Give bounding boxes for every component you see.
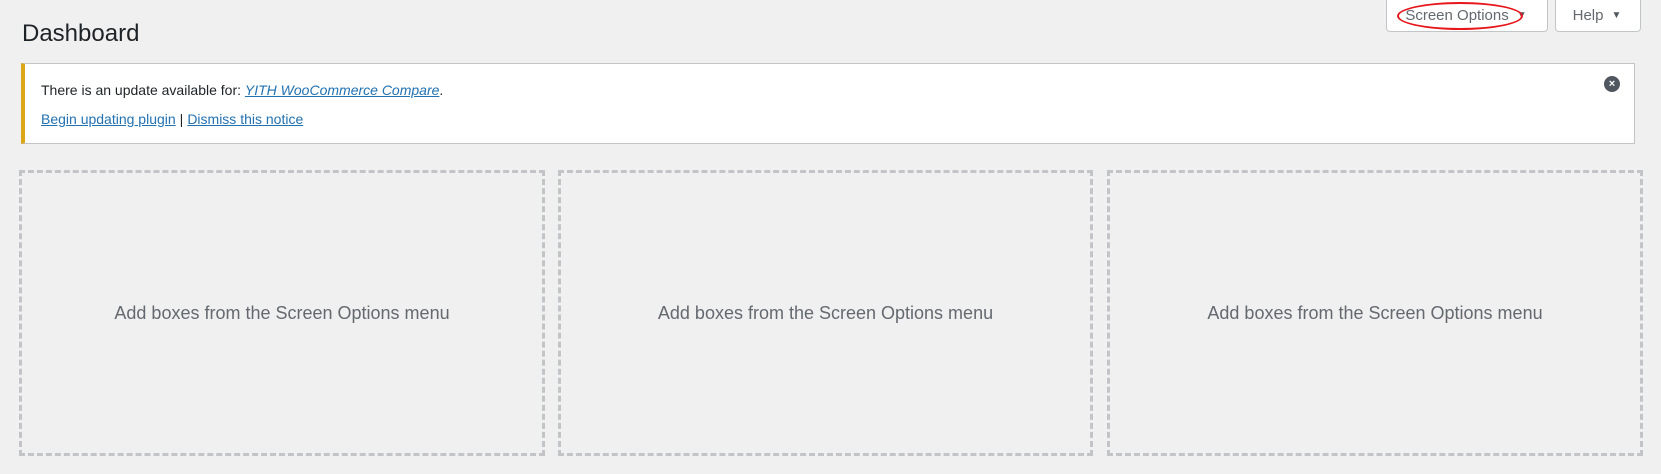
begin-update-link[interactable]: Begin updating plugin <box>41 111 176 127</box>
notice-suffix: . <box>439 82 444 98</box>
empty-dropzone[interactable]: Add boxes from the Screen Options menu <box>19 170 545 456</box>
caret-down-icon: ▼ <box>1516 10 1527 21</box>
close-circle-icon[interactable]: × <box>1604 76 1620 92</box>
help-label: Help <box>1572 7 1604 24</box>
dropzone-text: Add boxes from the Screen Options menu <box>657 302 994 323</box>
help-button[interactable]: Help ▼ <box>1555 0 1641 32</box>
notice-actions: Begin updating plugin | Dismiss this notic… <box>41 110 1594 130</box>
notice-message: There is an update available for: YITH W… <box>41 81 1594 101</box>
empty-dropzone[interactable]: Add boxes from the Screen Options menu <box>558 170 1093 456</box>
screen-options-button[interactable]: Screen Options ▼ <box>1386 0 1548 32</box>
plugin-link[interactable]: YITH WooCommerce Compare <box>245 82 440 98</box>
empty-dropzone[interactable]: Add boxes from the Screen Options menu <box>1107 170 1643 456</box>
page-title: Dashboard <box>22 20 140 47</box>
dropzone-text: Add boxes from the Screen Options menu <box>1207 302 1543 323</box>
update-notice: There is an update available for: YITH W… <box>21 63 1635 144</box>
dismiss-notice-link[interactable]: Dismiss this notice <box>187 111 303 127</box>
dashboard-page: Screen Options ▼ Help ▼ Dashboard There … <box>0 0 1661 474</box>
caret-down-icon: ▼ <box>1611 10 1622 21</box>
dropzone-text: Add boxes from the Screen Options menu <box>114 302 450 323</box>
notice-prefix: There is an update available for: <box>41 82 245 98</box>
screen-meta-links: Screen Options ▼ Help ▼ <box>1386 0 1641 32</box>
notice-separator: | <box>179 110 184 127</box>
screen-options-label: Screen Options <box>1405 7 1509 24</box>
dashboard-widgets: Add boxes from the Screen Options menu A… <box>19 170 1643 456</box>
